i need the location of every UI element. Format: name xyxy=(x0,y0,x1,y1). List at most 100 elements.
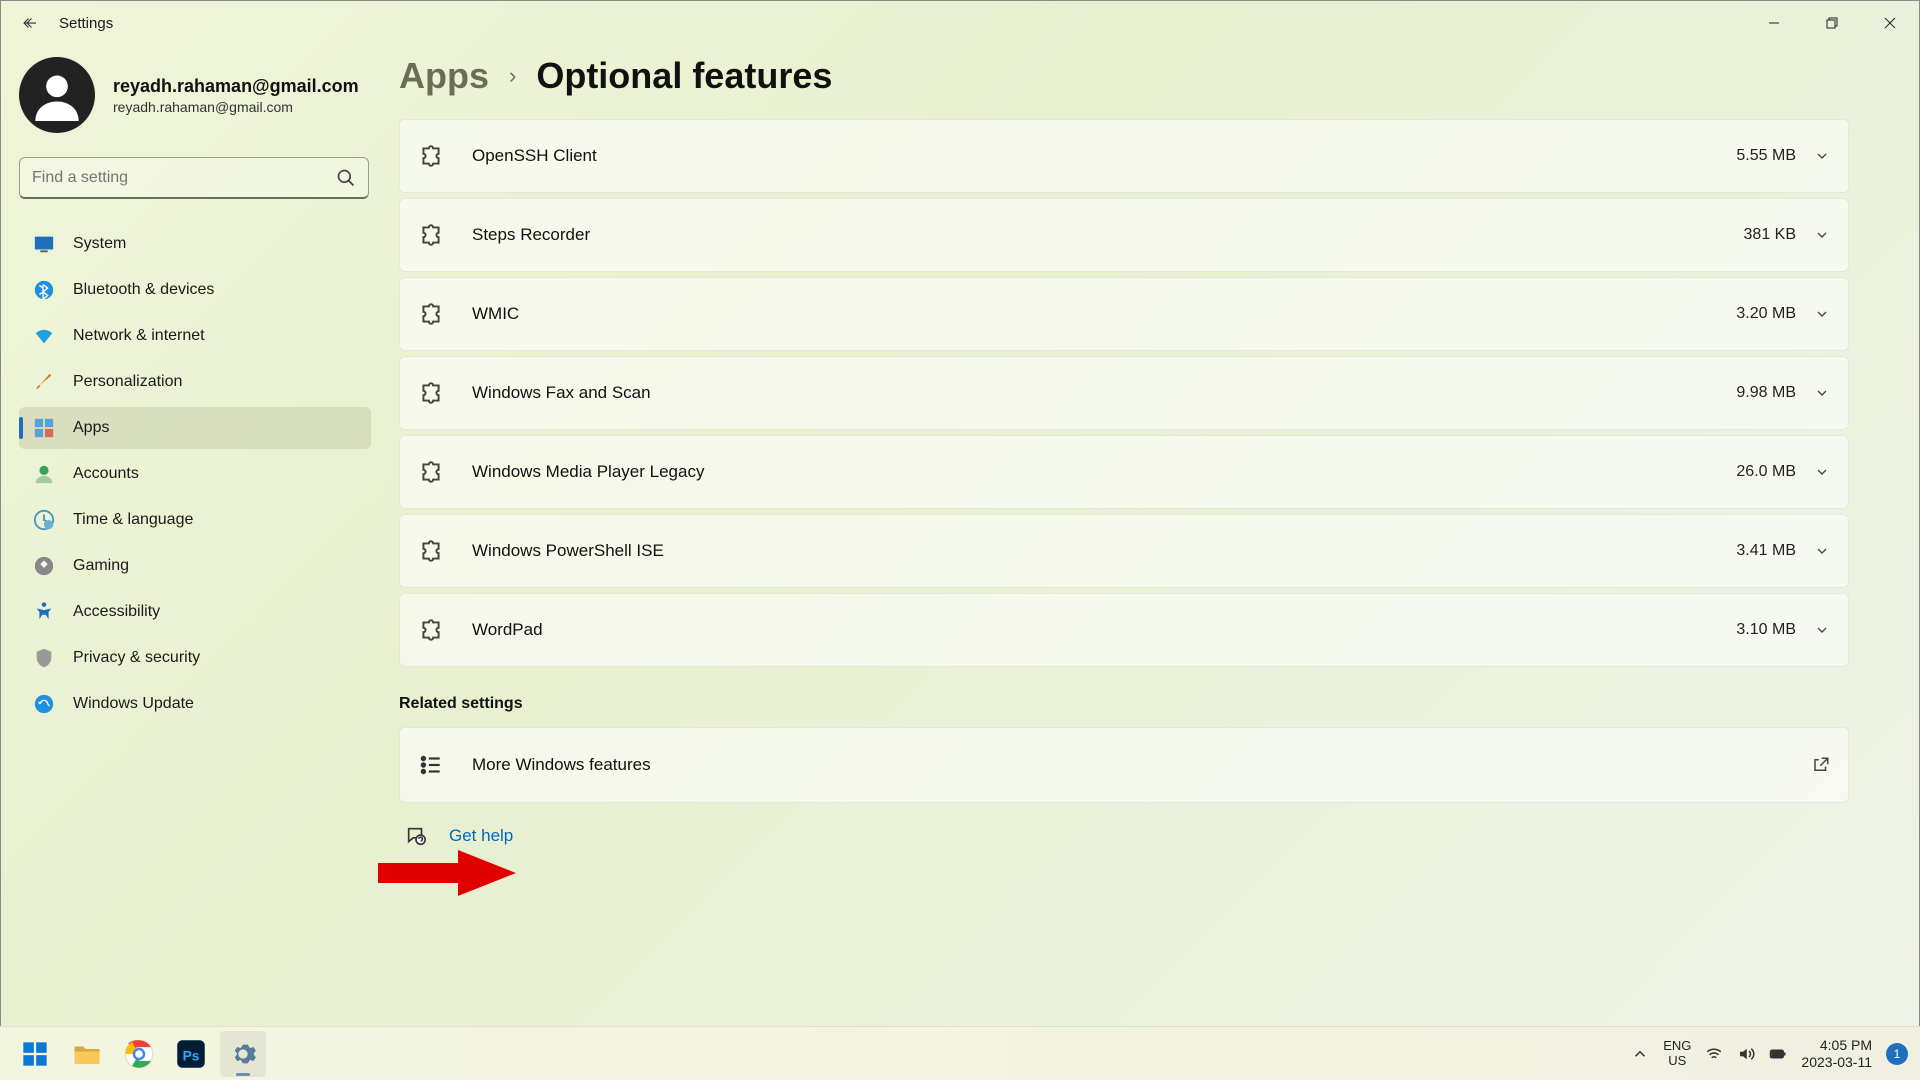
puzzle-icon xyxy=(418,459,444,485)
gaming-icon xyxy=(33,555,55,577)
chrome-icon xyxy=(124,1039,154,1069)
puzzle-icon xyxy=(418,301,444,327)
feature-name: WordPad xyxy=(472,620,1736,640)
feature-size: 3.10 MB xyxy=(1736,621,1796,639)
feature-row[interactable]: Steps Recorder 381 KB xyxy=(399,198,1849,272)
brush-icon xyxy=(33,371,55,393)
breadcrumb-parent[interactable]: Apps xyxy=(399,55,489,97)
wifi-icon xyxy=(33,325,55,347)
search-input[interactable] xyxy=(32,169,336,187)
sidebar-item-apps[interactable]: Apps xyxy=(19,407,371,449)
breadcrumb: Apps › Optional features xyxy=(399,55,1849,97)
battery-icon[interactable] xyxy=(1769,1045,1787,1063)
related-heading: Related settings xyxy=(399,695,1849,713)
feature-size: 5.55 MB xyxy=(1736,147,1796,165)
notification-badge[interactable]: 1 xyxy=(1886,1043,1908,1065)
breadcrumb-current: Optional features xyxy=(536,55,832,97)
puzzle-icon xyxy=(418,538,444,564)
feature-row[interactable]: Windows Fax and Scan 9.98 MB xyxy=(399,356,1849,430)
language-indicator[interactable]: ENGUS xyxy=(1663,1039,1691,1068)
sidebar-item-personalization[interactable]: Personalization xyxy=(19,361,371,403)
chrome[interactable] xyxy=(116,1031,162,1077)
sidebar-item-time[interactable]: Time & language xyxy=(19,499,371,541)
search-box[interactable] xyxy=(19,157,369,199)
search-icon xyxy=(336,168,356,188)
bluetooth-icon xyxy=(33,279,55,301)
clock[interactable]: 4:05 PM2023-03-11 xyxy=(1801,1037,1872,1069)
sidebar-item-label: Gaming xyxy=(73,557,129,575)
volume-icon[interactable] xyxy=(1737,1045,1755,1063)
window-title: Settings xyxy=(59,15,113,32)
update-icon xyxy=(33,693,55,715)
minimize-button[interactable] xyxy=(1745,1,1803,45)
sidebar-item-accessibility[interactable]: Accessibility xyxy=(19,591,371,633)
feature-row[interactable]: Windows PowerShell ISE 3.41 MB xyxy=(399,514,1849,588)
profile-email: reyadh.rahaman@gmail.com xyxy=(113,99,359,115)
wifi-tray-icon[interactable] xyxy=(1705,1045,1723,1063)
feature-name: Steps Recorder xyxy=(472,225,1744,245)
related-label: More Windows features xyxy=(472,755,1812,775)
get-help-link[interactable]: Get help xyxy=(449,826,513,846)
puzzle-icon xyxy=(418,143,444,169)
feature-size: 26.0 MB xyxy=(1736,463,1796,481)
sidebar-item-label: Network & internet xyxy=(73,327,205,345)
puzzle-icon xyxy=(418,617,444,643)
feature-size: 3.20 MB xyxy=(1736,305,1796,323)
minimize-icon xyxy=(1768,17,1780,29)
feature-name: WMIC xyxy=(472,304,1736,324)
windows-icon xyxy=(21,1040,49,1068)
sidebar-item-accounts[interactable]: Accounts xyxy=(19,453,371,495)
start-button[interactable] xyxy=(12,1031,58,1077)
chevron-down-icon xyxy=(1814,148,1830,164)
apps-icon xyxy=(33,417,55,439)
sidebar-item-label: Accounts xyxy=(73,465,139,483)
close-button[interactable] xyxy=(1861,1,1919,45)
clock-globe-icon xyxy=(33,509,55,531)
feature-name: Windows Fax and Scan xyxy=(472,383,1736,403)
feature-row[interactable]: WMIC 3.20 MB xyxy=(399,277,1849,351)
nav: System Bluetooth & devices Network & int… xyxy=(19,223,371,725)
sidebar-item-bluetooth[interactable]: Bluetooth & devices xyxy=(19,269,371,311)
more-windows-features[interactable]: More Windows features xyxy=(399,727,1849,803)
sidebar-item-label: Windows Update xyxy=(73,695,194,713)
sidebar-item-label: Time & language xyxy=(73,511,193,529)
features-list: OpenSSH Client 5.55 MB Steps Recorder 38… xyxy=(399,119,1849,667)
feature-row[interactable]: WordPad 3.10 MB xyxy=(399,593,1849,667)
back-button[interactable] xyxy=(19,12,41,34)
feature-row[interactable]: Windows Media Player Legacy 26.0 MB xyxy=(399,435,1849,509)
sidebar-item-label: Apps xyxy=(73,419,109,437)
profile-name: reyadh.rahaman@gmail.com xyxy=(113,76,359,97)
settings-app[interactable] xyxy=(220,1031,266,1077)
get-help[interactable]: Get help xyxy=(399,825,1849,847)
feature-row[interactable]: OpenSSH Client 5.55 MB xyxy=(399,119,1849,193)
main: Apps › Optional features OpenSSH Client … xyxy=(399,45,1919,1025)
puzzle-icon xyxy=(418,380,444,406)
sidebar-item-network[interactable]: Network & internet xyxy=(19,315,371,357)
sidebar-item-system[interactable]: System xyxy=(19,223,371,265)
sidebar-item-label: Privacy & security xyxy=(73,649,200,667)
sidebar-item-gaming[interactable]: Gaming xyxy=(19,545,371,587)
puzzle-icon xyxy=(418,222,444,248)
account-icon xyxy=(33,463,55,485)
file-explorer[interactable] xyxy=(64,1031,110,1077)
monitor-icon xyxy=(33,233,55,255)
feature-name: Windows Media Player Legacy xyxy=(472,462,1736,482)
list-icon xyxy=(418,752,444,778)
maximize-icon xyxy=(1826,17,1838,29)
chevron-down-icon xyxy=(1814,306,1830,322)
maximize-button[interactable] xyxy=(1803,1,1861,45)
profile[interactable]: reyadh.rahaman@gmail.com reyadh.rahaman@… xyxy=(19,57,399,133)
sidebar-item-update[interactable]: Windows Update xyxy=(19,683,371,725)
shield-icon xyxy=(33,647,55,669)
avatar xyxy=(19,57,95,133)
chevron-up-icon[interactable] xyxy=(1631,1045,1649,1063)
photoshop[interactable]: Ps xyxy=(168,1031,214,1077)
sidebar-item-label: Bluetooth & devices xyxy=(73,281,214,299)
chevron-down-icon xyxy=(1814,543,1830,559)
sidebar-item-privacy[interactable]: Privacy & security xyxy=(19,637,371,679)
taskbar: Ps ENGUS 4:05 PM2023-03-11 1 xyxy=(0,1026,1920,1080)
feature-name: OpenSSH Client xyxy=(472,146,1736,166)
folder-icon xyxy=(72,1039,102,1069)
chevron-down-icon xyxy=(1814,622,1830,638)
help-icon xyxy=(405,825,427,847)
